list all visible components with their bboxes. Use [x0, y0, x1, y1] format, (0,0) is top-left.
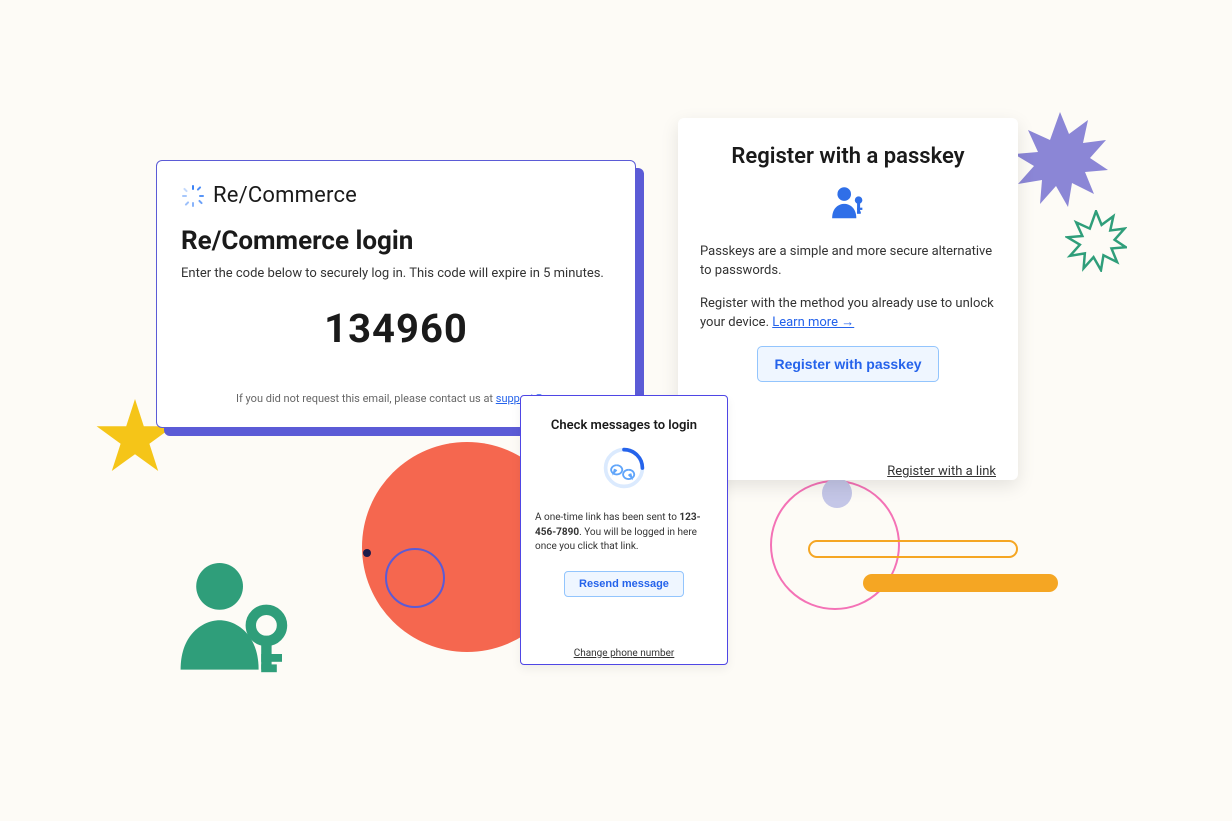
pill-outline	[808, 540, 1018, 558]
register-link-alt[interactable]: Register with a link	[887, 464, 996, 479]
purple-starburst-icon	[1010, 110, 1110, 210]
login-footer-text: If you did not request this email, pleas…	[236, 392, 496, 405]
passkey-body: Passkeys are a simple and more secure al…	[700, 243, 996, 332]
brand-name: Re/Commerce	[213, 183, 357, 208]
lilac-dot	[822, 478, 852, 508]
brand-spinner-icon	[181, 184, 205, 208]
resend-message-button[interactable]: Resend message	[564, 571, 684, 597]
passkey-title: Register with a passkey	[700, 144, 996, 169]
change-phone-link[interactable]: Change phone number	[574, 648, 675, 659]
messages-title: Check messages to login	[535, 418, 713, 433]
passkey-desc-1: Passkeys are a simple and more secure al…	[700, 243, 996, 281]
pill-fill	[863, 574, 1058, 592]
messages-body-prefix: A one-time link has been sent to	[535, 512, 679, 523]
brand-row: Re/Commerce	[181, 183, 611, 208]
pink-ring	[770, 480, 900, 610]
person-key-teal-icon	[165, 550, 295, 680]
login-title: Re/Commerce login	[181, 226, 611, 256]
passkey-desc-2: Register with the method you already use…	[700, 295, 996, 333]
messages-card: Check messages to login A one-time link …	[520, 395, 728, 665]
purple-ring	[385, 548, 445, 608]
chat-spinner-icon	[601, 445, 647, 491]
person-key-blue-icon	[828, 185, 868, 219]
login-code: 134960	[181, 305, 611, 352]
passkey-card: Register with a passkey Passkeys are a s…	[678, 118, 1018, 480]
green-starburst-icon	[1065, 210, 1127, 272]
login-subtitle: Enter the code below to securely log in.…	[181, 266, 611, 281]
learn-more-link[interactable]: Learn more →	[772, 315, 854, 330]
navy-dot	[363, 549, 371, 557]
login-card: Re/Commerce Re/Commerce login Enter the …	[156, 160, 636, 428]
messages-body: A one-time link has been sent to 123-456…	[535, 511, 713, 555]
register-passkey-button[interactable]: Register with passkey	[757, 346, 938, 382]
